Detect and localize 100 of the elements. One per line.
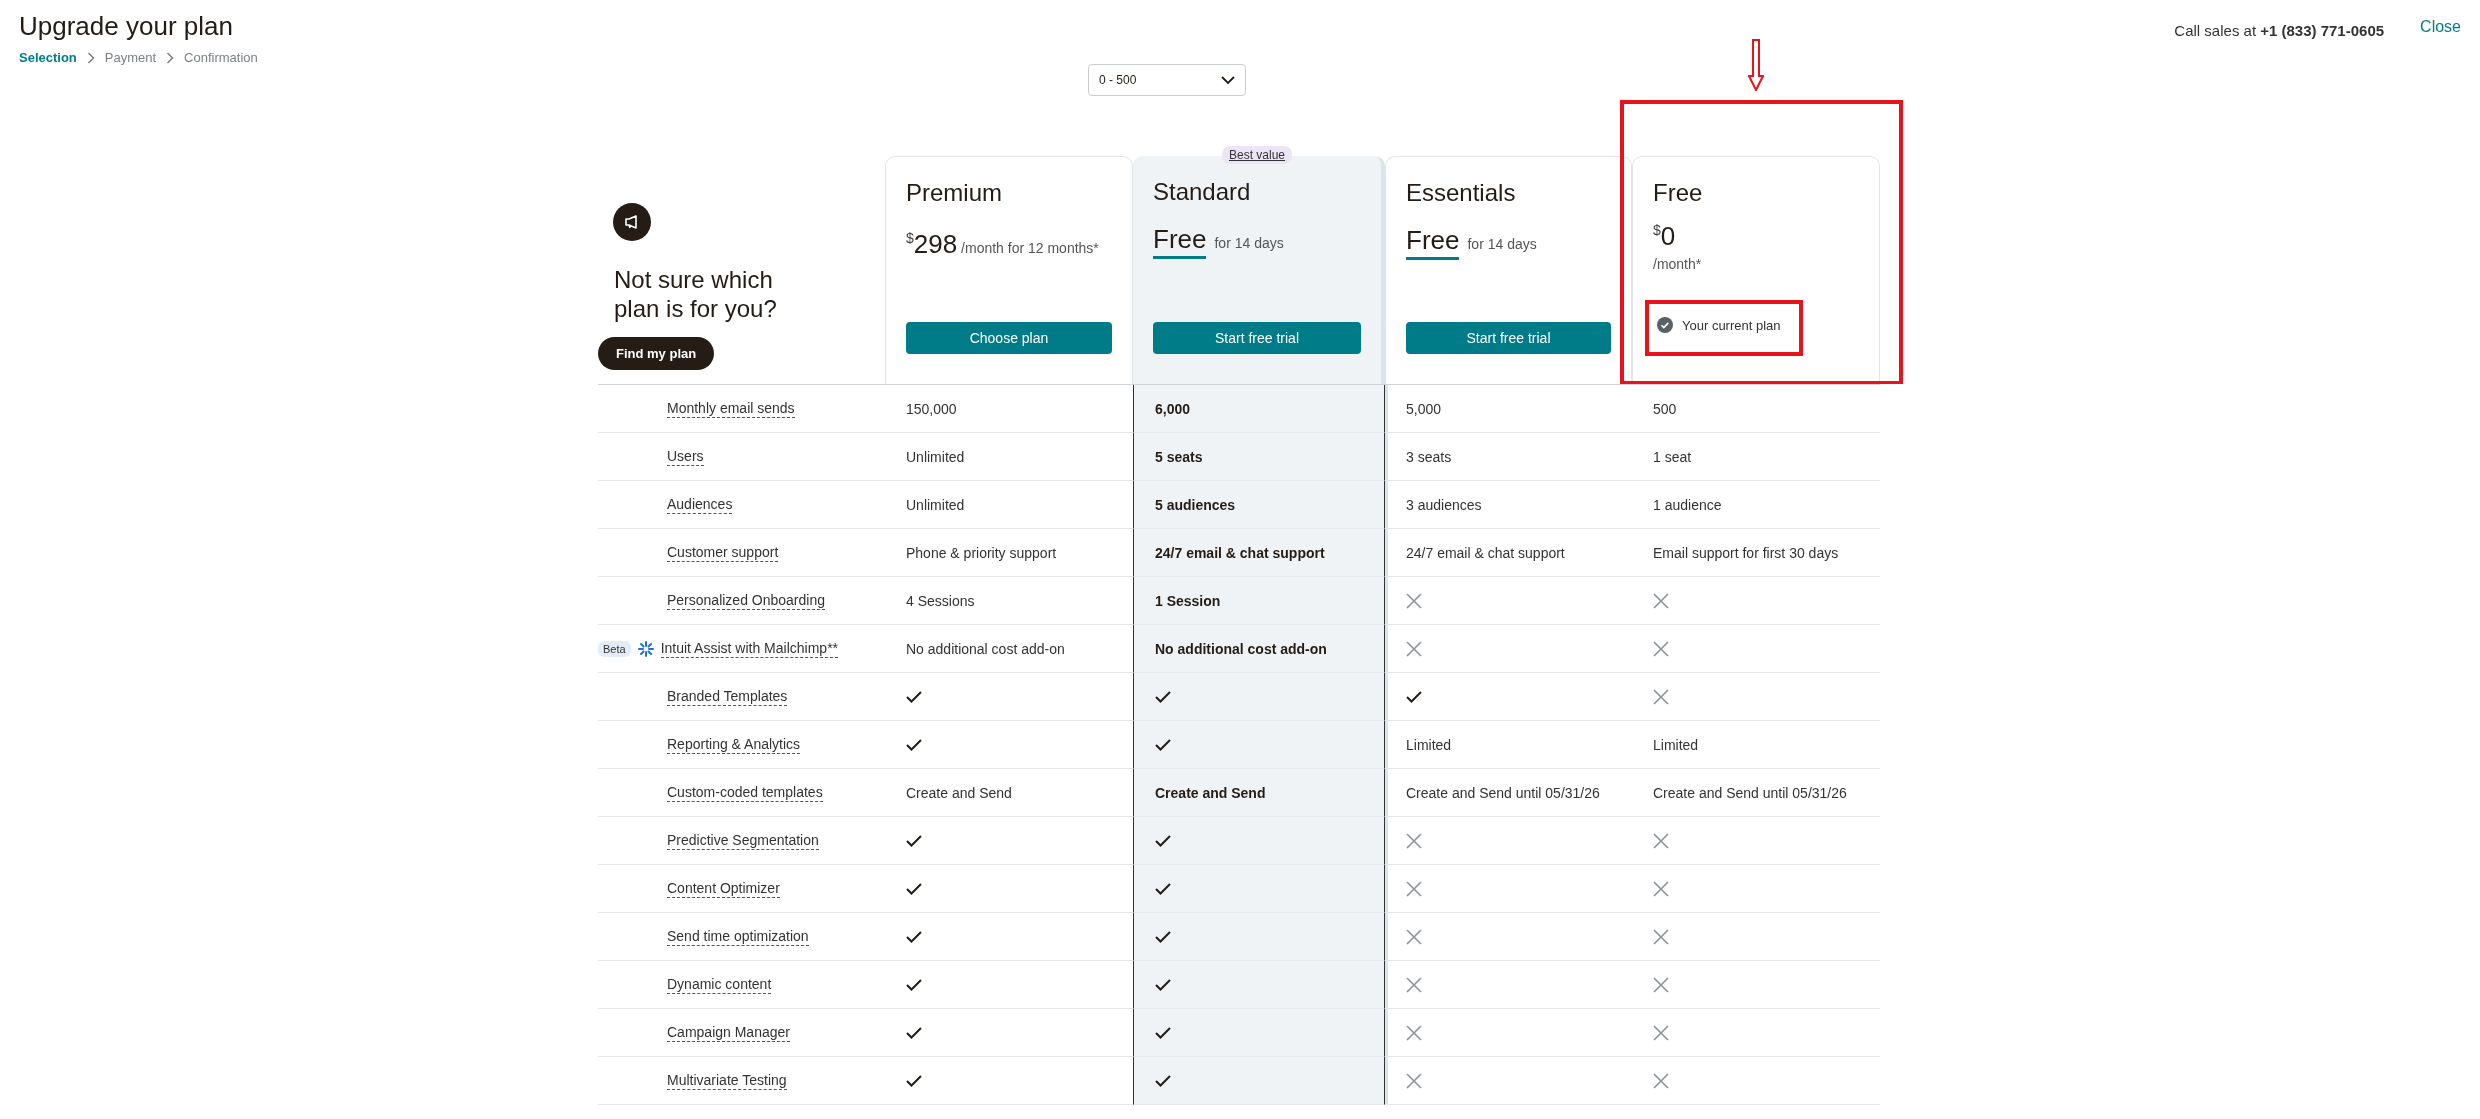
- table-cell: 3 audiences: [1406, 496, 1482, 513]
- feature-name[interactable]: Intuit Assist with Mailchimp**: [660, 639, 839, 658]
- plan-name: Free: [1653, 179, 1704, 207]
- table-cell: 4 Sessions: [906, 592, 975, 609]
- close-icon: [1653, 640, 1669, 657]
- feature-name[interactable]: Multivariate Testing: [667, 1071, 787, 1090]
- table-cell: No additional cost add-on: [1155, 640, 1327, 657]
- helper-title: Not sure which plan is for you?: [614, 265, 778, 323]
- breadcrumb-step[interactable]: Selection: [19, 50, 77, 65]
- best-value-badge: Best value: [1222, 146, 1292, 164]
- table-cell: 1 audience: [1653, 496, 1722, 513]
- table-cell: 24/7 email & chat support: [1406, 544, 1565, 561]
- check-icon: [1155, 1026, 1171, 1039]
- price-period: /month*: [1653, 256, 1703, 272]
- close-icon: [1406, 832, 1422, 849]
- sparkle-icon: [636, 639, 655, 658]
- check-icon: [1406, 690, 1422, 703]
- megaphone-icon: [624, 215, 640, 229]
- close-icon: [1653, 1072, 1669, 1089]
- caret-icon: [1221, 76, 1235, 84]
- check-icon: [906, 690, 922, 703]
- close-icon: [1406, 976, 1422, 993]
- table-cell: 24/7 email & chat support: [1155, 544, 1325, 561]
- check-icon: [1155, 882, 1171, 895]
- table-cell: Limited: [1406, 736, 1452, 753]
- check-icon: [906, 1074, 922, 1087]
- find-plan-button[interactable]: Find my plan: [598, 337, 715, 370]
- beta-badge: Beta: [598, 640, 631, 657]
- table-cell: 500: [1653, 400, 1677, 417]
- plan-name: Essentials: [1406, 179, 1517, 207]
- table-cell: Create and Send: [1155, 784, 1266, 801]
- check-icon: [1155, 1074, 1171, 1087]
- feature-name[interactable]: Content Optimizer: [667, 879, 780, 898]
- plan-button[interactable]: Choose plan: [906, 322, 1112, 354]
- chevron-icon: [166, 51, 175, 64]
- feature-name[interactable]: Branded Templates: [667, 687, 788, 706]
- check-circle-icon: [1657, 317, 1673, 333]
- page-title: Upgrade your plan: [19, 10, 234, 42]
- feature-name[interactable]: Send time optimization: [667, 927, 809, 946]
- feature-name[interactable]: Users: [667, 447, 704, 466]
- current-plan-label: Your current plan: [1682, 317, 1781, 333]
- check-icon: [1155, 834, 1171, 847]
- check-icon: [906, 882, 922, 895]
- plan-price: Free: [1153, 224, 1207, 259]
- close-icon: [1653, 880, 1669, 897]
- check-icon: [906, 1026, 922, 1039]
- feature-name[interactable]: Custom-coded templates: [667, 783, 823, 802]
- chevron-icon: [86, 51, 95, 64]
- feature-name[interactable]: Dynamic content: [667, 975, 772, 994]
- table-cell: 5 seats: [1155, 448, 1203, 465]
- close-icon: [1653, 1024, 1669, 1041]
- table-cell: 1 seat: [1653, 448, 1692, 465]
- close-icon: [1406, 1024, 1422, 1041]
- close-icon: [1653, 688, 1669, 705]
- close-icon: [1653, 976, 1669, 993]
- plan-button[interactable]: Start free trial: [1406, 322, 1611, 354]
- close-icon: [1406, 880, 1422, 897]
- check-icon: [1155, 690, 1171, 703]
- plan-price: $^{$}$298/month for 12 months*: [906, 229, 1100, 261]
- close-icon: [1406, 1072, 1422, 1089]
- feature-name[interactable]: Monthly email sends: [667, 399, 795, 418]
- feature-name[interactable]: Predictive Segmentation: [667, 831, 819, 850]
- close-icon: [1406, 640, 1422, 657]
- check-icon: [906, 978, 922, 991]
- trial-period: for 14 days: [1214, 235, 1284, 251]
- table-cell: 5,000: [1406, 400, 1442, 417]
- table-cell: 1 Session: [1155, 592, 1221, 609]
- table-cell: Create and Send: [906, 784, 1012, 801]
- table-cell: Email support for first 30 days: [1653, 544, 1839, 561]
- table-cell: 5 audiences: [1155, 496, 1236, 513]
- plan-button[interactable]: Start free trial: [1153, 322, 1361, 354]
- check-icon: [1155, 930, 1171, 943]
- table-cell: 3 seats: [1406, 448, 1452, 465]
- breadcrumb-step[interactable]: Payment: [104, 50, 157, 65]
- close-icon: [1653, 832, 1669, 849]
- check-icon: [1155, 978, 1171, 991]
- table-cell: 150,000: [906, 400, 957, 417]
- contacts-dropdown[interactable]: 0 - 500: [1088, 64, 1246, 96]
- table-cell: No additional cost add-on: [906, 640, 1065, 657]
- feature-name[interactable]: Personalized Onboarding: [667, 591, 825, 610]
- table-cell: 6,000: [1155, 400, 1191, 417]
- table-cell: Unlimited: [906, 448, 965, 465]
- close-link[interactable]: Close: [2420, 18, 2461, 36]
- plan-price: $^{$}$0: [1653, 221, 1677, 252]
- feature-name[interactable]: Reporting & Analytics: [667, 735, 801, 754]
- breadcrumb-step[interactable]: Confirmation: [184, 50, 258, 65]
- check-icon: [906, 834, 922, 847]
- sales-phone-text: Call sales at +1 (833) 771-0605: [2174, 22, 2385, 39]
- close-icon: [1653, 592, 1669, 609]
- table-cell: Phone & priority support: [906, 544, 1057, 561]
- feature-name[interactable]: Audiences: [667, 495, 733, 514]
- plan-name: Premium: [906, 179, 1003, 207]
- plan-name: Standard: [1153, 178, 1252, 206]
- check-icon: [906, 930, 922, 943]
- table-cell: Limited: [1653, 736, 1699, 753]
- trial-period: for 14 days: [1467, 236, 1537, 252]
- feature-name[interactable]: Customer support: [667, 543, 779, 562]
- feature-name[interactable]: Campaign Manager: [667, 1023, 790, 1042]
- plan-price: Free: [1406, 225, 1460, 260]
- table-cell: Create and Send until 05/31/26: [1653, 784, 1847, 801]
